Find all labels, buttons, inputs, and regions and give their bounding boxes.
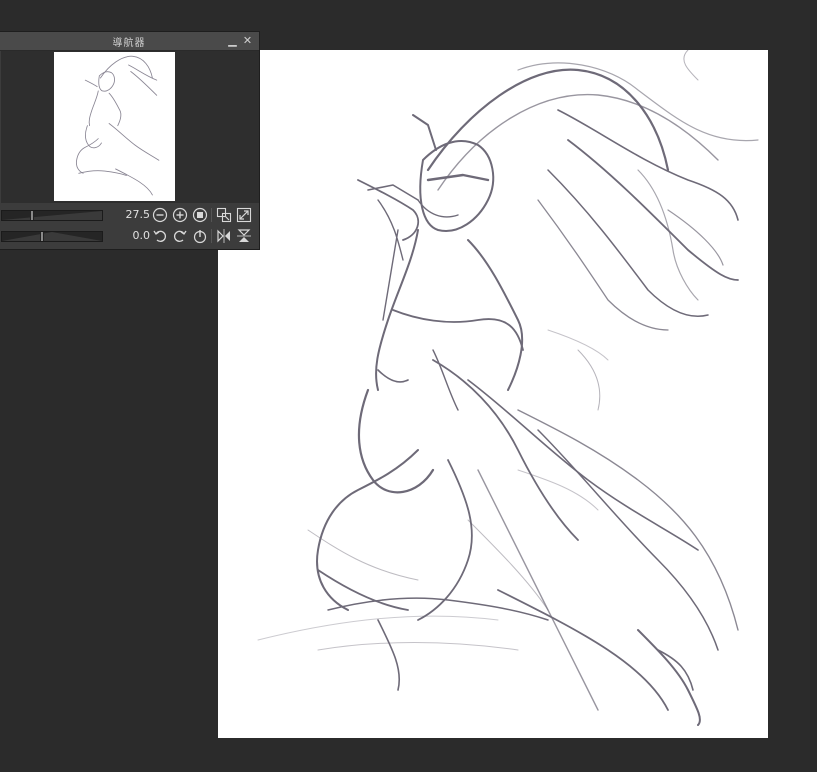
thumbnail-sketch [75, 55, 160, 196]
zoom-slider-track [2, 211, 102, 220]
rotate-right-icon[interactable] [172, 228, 188, 244]
navigator-title: 導航器 [112, 38, 146, 49]
close-button[interactable]: ✕ [241, 34, 254, 47]
flip-horizontal-icon[interactable] [216, 228, 232, 244]
rotation-value[interactable]: 0.0 [110, 229, 151, 242]
zoom-row: 27.5 [0, 205, 261, 225]
sketch-artwork [257, 50, 759, 726]
navigator-panel: 導航器 ▁ ✕ 27.5 0.0 [0, 31, 260, 250]
flip-vertical-icon[interactable] [236, 228, 252, 244]
toolbar-divider [211, 229, 212, 243]
navigator-thumbnail[interactable] [54, 52, 175, 201]
fit-to-window-icon[interactable] [192, 207, 208, 223]
rotation-slider-track [2, 232, 102, 241]
navigator-titlebar[interactable]: 導航器 ▁ ✕ [0, 32, 259, 51]
reset-rotation-icon[interactable] [192, 228, 208, 244]
fit-screen-icon[interactable] [236, 207, 252, 223]
toolbar-divider [211, 208, 212, 222]
zoom-slider[interactable] [1, 210, 103, 221]
zoom-out-icon[interactable] [152, 207, 168, 223]
zoom-value[interactable]: 27.5 [110, 208, 151, 221]
drawing-canvas[interactable] [218, 50, 768, 738]
minimize-button[interactable]: ▁ [226, 34, 239, 47]
rotate-left-icon[interactable] [152, 228, 168, 244]
actual-pixels-icon[interactable] [216, 207, 232, 223]
navigator-preview-area[interactable] [1, 51, 259, 203]
rotation-slider-thumb[interactable] [40, 232, 44, 241]
zoom-slider-thumb[interactable] [30, 211, 34, 220]
rotation-slider[interactable] [1, 231, 103, 242]
rotation-row: 0.0 [0, 226, 261, 246]
zoom-in-icon[interactable] [172, 207, 188, 223]
